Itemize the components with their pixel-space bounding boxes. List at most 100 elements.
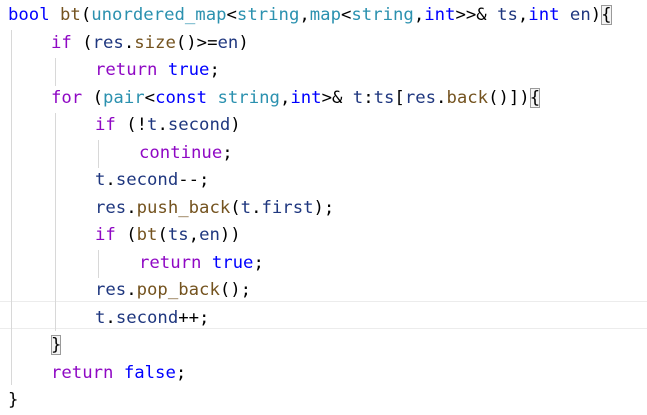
code-token: back (446, 87, 489, 108)
indent-guide (98, 140, 99, 168)
code-token: res (95, 197, 127, 218)
code-token: } (8, 390, 19, 410)
code-token: ; (175, 362, 187, 383)
code-token: . (126, 280, 137, 300)
indent-guide (11, 30, 12, 385)
code-token: return (51, 362, 114, 383)
code-token: bt (136, 225, 158, 245)
code-token: ++; (178, 307, 210, 328)
code-line[interactable]: return true; (139, 250, 264, 278)
code-token: , (188, 225, 200, 245)
code-token: string (236, 5, 300, 25)
code-token: . (157, 115, 168, 135)
code-line[interactable]: res.pop_back(); (95, 277, 251, 305)
code-line[interactable]: if (bt(ts,en)) (95, 222, 241, 250)
code-token: int (424, 5, 456, 25)
code-token: , (279, 87, 291, 108)
code-token: ts (167, 225, 189, 245)
code-line[interactable]: if (res.size()>=en) (51, 30, 249, 58)
code-line[interactable]: res.push_back(t.first); (95, 195, 334, 223)
code-token: ; (253, 252, 264, 273)
code-token: . (251, 197, 262, 218)
code-token: . (126, 197, 137, 218)
code-line[interactable]: if (!t.second) (95, 112, 241, 140)
code-line[interactable]: continue; (139, 140, 233, 168)
code-token: t (240, 197, 252, 218)
code-token: ( (230, 197, 241, 218)
code-token: pop_back (136, 280, 220, 300)
code-token: { (601, 5, 612, 25)
code-token: en (199, 225, 220, 245)
code-token: . (123, 32, 135, 53)
code-token: const (155, 87, 208, 108)
code-token: continue (139, 142, 223, 163)
code-token: , (517, 5, 529, 25)
code-token: true (167, 60, 210, 80)
indent-guide (55, 113, 56, 331)
code-line[interactable]: return true; (95, 57, 220, 85)
code-line[interactable]: return false; (51, 360, 186, 388)
code-token: } (51, 335, 62, 355)
code-token: t (352, 87, 364, 108)
code-token: t (95, 307, 106, 328)
code-token: if (51, 32, 72, 53)
code-token: t (95, 170, 106, 190)
code-token: unordered_map (91, 5, 227, 25)
code-token: map (309, 5, 341, 25)
code-token: ts (497, 5, 518, 25)
code-token: pair (103, 87, 145, 108)
code-token: first (261, 197, 314, 218)
code-token: true (211, 252, 254, 273)
code-token: < (340, 5, 352, 25)
code-token: string (217, 87, 280, 108)
code-token: (! (115, 115, 148, 135)
code-token: ()>= (175, 32, 218, 53)
code-token: res (404, 87, 437, 108)
code-token: ()]) (488, 87, 530, 108)
code-token: ) (230, 115, 241, 135)
code-line[interactable]: bool bt(unordered_map<string,map<string,… (8, 2, 612, 30)
code-token: { (529, 87, 541, 108)
code-token: >>& (455, 5, 498, 25)
code-token: ( (157, 225, 168, 245)
code-line[interactable]: for (pair<const string,int>& t:ts[res.ba… (51, 85, 541, 113)
code-line[interactable]: } (51, 332, 62, 360)
code-token: en (569, 5, 591, 25)
code-token: t (147, 115, 158, 135)
code-token: . (105, 170, 116, 190)
code-token: ) (590, 5, 602, 25)
code-token: int (290, 87, 322, 108)
code-line[interactable]: t.second--; (95, 167, 209, 195)
code-token: ) (238, 32, 249, 53)
code-token: second (115, 307, 179, 328)
code-token: if (95, 115, 116, 135)
code-editor[interactable]: bool bt(unordered_map<string,map<string,… (0, 0, 647, 413)
code-token: , (299, 5, 310, 25)
code-token: return (95, 60, 158, 80)
code-token: ( (82, 87, 104, 108)
code-token: . (105, 307, 116, 328)
code-token: >& (321, 87, 353, 108)
code-token: ( (71, 32, 93, 53)
code-token: second (115, 170, 179, 190)
code-token: int (528, 5, 560, 25)
code-token: for (51, 87, 83, 108)
code-token: bt (60, 5, 81, 25)
code-token: ); (313, 197, 335, 218)
code-line[interactable]: t.second++; (95, 305, 209, 333)
code-token: string (351, 5, 414, 25)
code-token: . (436, 87, 447, 108)
code-token: ( (80, 5, 92, 25)
indent-guide (98, 250, 99, 278)
code-token: (); (219, 280, 252, 300)
code-token: res (92, 32, 124, 53)
code-token: , (413, 5, 425, 25)
code-line[interactable]: } (8, 387, 18, 415)
code-token: en (217, 32, 239, 53)
